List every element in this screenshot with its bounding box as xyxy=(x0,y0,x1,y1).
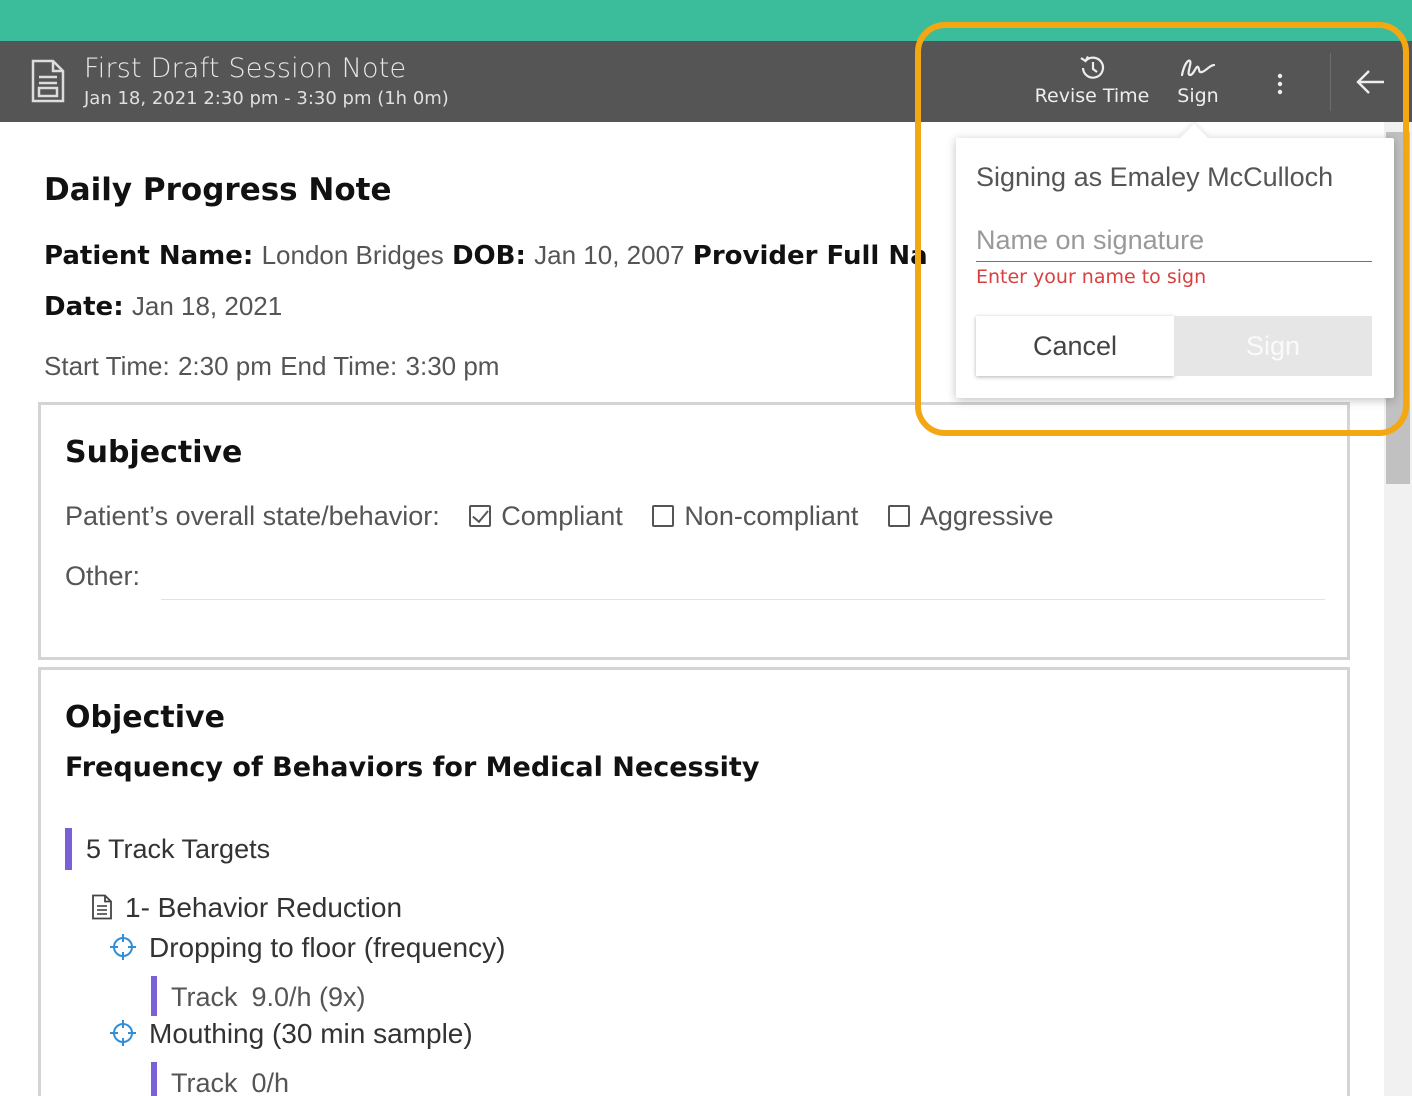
track-label: Track xyxy=(171,1068,238,1096)
track-label: Track xyxy=(171,982,238,1012)
track-value: 0/h xyxy=(251,1068,290,1096)
header-bar: First Draft Session Note Jan 18, 2021 2:… xyxy=(0,41,1412,122)
objective-section: Objective Frequency of Behaviors for Med… xyxy=(38,667,1350,1096)
sign-header-label: Sign xyxy=(1177,85,1219,107)
behavior-name: Mouthing (30 min sample) xyxy=(149,1018,473,1049)
top-accent-bar xyxy=(0,0,1412,41)
file-icon xyxy=(92,894,112,920)
non-compliant-option[interactable]: Non-compliant xyxy=(652,501,866,531)
aggressive-checkbox[interactable] xyxy=(887,505,910,527)
non-compliant-label: Non-compliant xyxy=(684,501,859,531)
patient-info-row: Patient Name: London Bridges DOB: Jan 10… xyxy=(44,240,928,271)
session-time: Jan 18, 2021 2:30 pm - 3:30 pm (1h 0m) xyxy=(84,88,449,109)
subjective-section: Subjective Patient’s overall state/behav… xyxy=(38,402,1350,660)
start-value: 2:30 pm xyxy=(177,351,272,381)
back-arrow-icon[interactable] xyxy=(1354,65,1388,99)
history-icon xyxy=(1080,55,1105,79)
signature-name-input[interactable] xyxy=(976,220,1372,262)
non-compliant-checkbox[interactable] xyxy=(652,505,675,527)
signature-icon xyxy=(1180,59,1216,77)
date-label: Date: xyxy=(44,292,124,322)
date-row: Date: Jan 18, 2021 xyxy=(44,291,282,322)
start-label: Start Time: xyxy=(44,351,170,381)
time-row: Start Time: 2:30 pm End Time: 3:30 pm xyxy=(44,351,499,382)
page-title: First Draft Session Note xyxy=(84,53,407,84)
behavior-state-label: Patient’s overall state/behavior: xyxy=(65,501,440,531)
track-targets-header: 5 Track Targets xyxy=(65,828,270,870)
behavior-item: Mouthing (30 min sample) xyxy=(109,1018,473,1050)
other-input[interactable] xyxy=(161,599,1325,600)
compliant-label: Compliant xyxy=(501,501,623,531)
behavior-name: Dropping to floor (frequency) xyxy=(149,932,506,963)
dob-value: Jan 10, 2007 xyxy=(534,240,685,270)
other-label: Other: xyxy=(65,561,141,591)
revise-time-button[interactable]: Revise Time xyxy=(1032,53,1152,107)
cancel-button[interactable]: Cancel xyxy=(976,316,1174,376)
compliant-option[interactable]: Compliant xyxy=(469,501,630,531)
signature-error-text: Enter your name to sign xyxy=(976,266,1207,288)
sign-button[interactable]: Sign xyxy=(1174,316,1372,376)
aggressive-option[interactable]: Aggressive xyxy=(887,501,1054,531)
sign-header-button[interactable]: Sign xyxy=(1170,53,1226,107)
target-icon xyxy=(110,1020,136,1046)
objective-title: Objective xyxy=(65,700,225,735)
aggressive-label: Aggressive xyxy=(919,501,1054,531)
track-row: Track 0/h xyxy=(151,1062,289,1096)
dob-label: DOB: xyxy=(451,241,526,271)
patient-label: Patient Name: xyxy=(44,241,254,271)
track-row: Track 9.0/h (9x) xyxy=(151,976,366,1016)
end-value: 3:30 pm xyxy=(405,351,500,381)
signing-as-text: Signing as Emaley McCulloch xyxy=(976,162,1334,192)
date-value: Jan 18, 2021 xyxy=(131,291,283,321)
note-title: Daily Progress Note xyxy=(44,172,392,208)
revise-time-label: Revise Time xyxy=(1034,85,1150,107)
end-label: End Time: xyxy=(280,351,398,381)
behavior-item: Dropping to floor (frequency) xyxy=(109,932,505,964)
behavior-group: 1- Behavior Reduction xyxy=(91,892,402,924)
patient-value: London Bridges xyxy=(261,240,444,270)
target-icon xyxy=(110,934,136,960)
compliant-checkbox[interactable] xyxy=(469,505,492,527)
track-value: 9.0/h (9x) xyxy=(251,982,366,1012)
behavior-state-row: Patient’s overall state/behavior: Compli… xyxy=(65,501,1053,532)
header-divider xyxy=(1330,53,1331,111)
subjective-title: Subjective xyxy=(65,435,243,470)
behavior-group-label: 1- Behavior Reduction xyxy=(125,892,403,923)
note-document-icon xyxy=(31,59,65,103)
objective-subtitle: Frequency of Behaviors for Medical Neces… xyxy=(65,752,760,783)
sign-popup: Signing as Emaley McCulloch Enter your n… xyxy=(956,123,1394,398)
provider-label: Provider Full Na xyxy=(692,241,928,271)
more-options-icon[interactable] xyxy=(1268,69,1292,99)
